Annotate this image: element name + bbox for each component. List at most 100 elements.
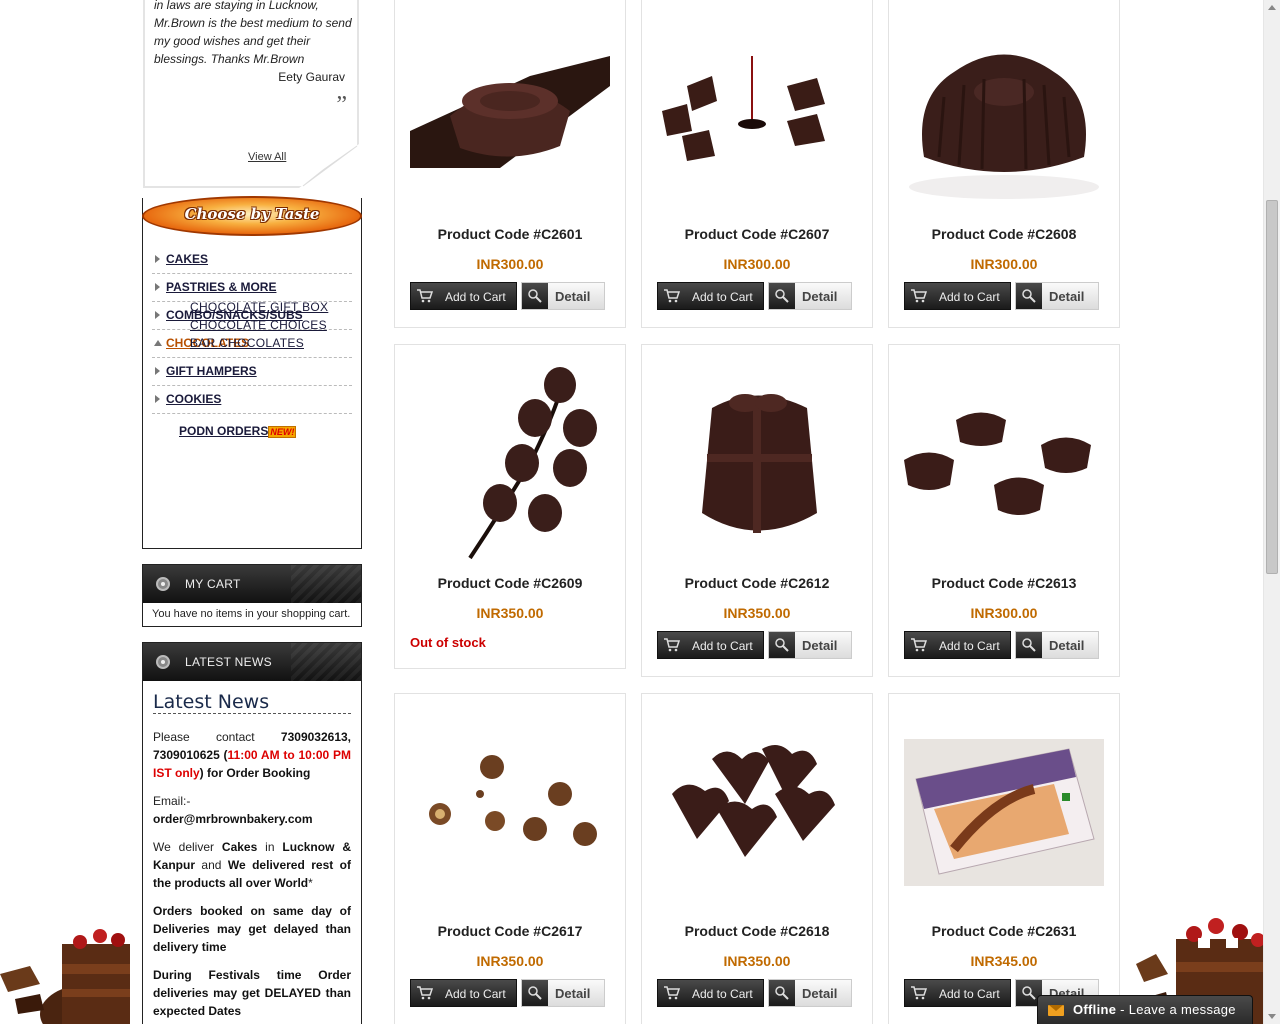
subcategory-link-gift-box[interactable]: CHOCOLATE GIFT BOX: [190, 300, 328, 314]
product-code[interactable]: Product Code #C2609: [395, 575, 625, 591]
chat-status: Offline: [1073, 1002, 1117, 1017]
testimonial-box: in laws are staying in Lucknow, Mr.Brown…: [143, 0, 359, 188]
add-to-cart-label: Add to Cart: [445, 290, 506, 304]
arrow-right-icon: [155, 283, 160, 291]
subcategory-item: BAR CHOCOLATES: [190, 334, 361, 352]
chat-message: - Leave a message: [1116, 1002, 1236, 1017]
product-image[interactable]: [657, 739, 857, 879]
live-chat-widget[interactable]: Offline - Leave a message: [1037, 995, 1253, 1024]
arrow-right-icon: [155, 311, 160, 319]
news-contact-paragraph: Please contact 7309032613, 7309010625 (1…: [153, 728, 351, 782]
subcategory-item: CHOCOLATE CHOICES: [190, 316, 361, 334]
news-text: and: [195, 858, 228, 872]
detail-icon-box: [1016, 632, 1042, 658]
product-image[interactable]: [410, 739, 610, 876]
product-price: INR345.00: [970, 953, 1038, 969]
add-to-cart-button[interactable]: Add to Cart: [657, 979, 764, 1007]
header-stripe-decoration: [291, 565, 361, 603]
category-cakes: CAKES: [152, 246, 352, 274]
vertical-scrollbar[interactable]: [1263, 0, 1280, 1024]
testimonial-author: Eety Gaurav: [278, 70, 345, 84]
arrow-right-icon: [155, 255, 160, 263]
product-image[interactable]: [657, 363, 857, 541]
scrollbar-thumb[interactable]: [1266, 200, 1278, 574]
add-to-cart-button[interactable]: Add to Cart: [410, 282, 517, 310]
product-image[interactable]: [904, 739, 1104, 886]
news-text: *: [308, 876, 313, 890]
product-image[interactable]: [410, 56, 610, 168]
product-code[interactable]: Product Code #C2613: [889, 575, 1119, 591]
add-to-cart-label: Add to Cart: [939, 639, 1000, 653]
category-cookies: COOKIES: [152, 386, 352, 414]
product-code[interactable]: Product Code #C2607: [642, 226, 872, 242]
latest-news-box: LATEST NEWS Latest News Please contact 7…: [142, 642, 362, 1024]
add-to-cart-button[interactable]: Add to Cart: [904, 979, 1011, 1007]
detail-button[interactable]: Detail: [1015, 631, 1099, 659]
product-card: Product Code #C2608 INR300.00 Add to Car…: [888, 0, 1120, 328]
product-card: Product Code #C2631 INR345.00 Add to Car…: [888, 693, 1120, 1024]
product-card: Product Code #C2617 INR350.00 Add to Car…: [394, 693, 626, 1024]
detail-label: Detail: [802, 986, 838, 1001]
podn-orders-item: PODN ORDERS NEW!: [152, 414, 352, 438]
new-badge: NEW!: [268, 425, 297, 438]
add-to-cart-button[interactable]: Add to Cart: [904, 282, 1011, 310]
product-image[interactable]: [904, 37, 1104, 199]
product-image[interactable]: [410, 363, 610, 563]
category-link-gift-hampers[interactable]: GIFT HAMPERS: [166, 364, 257, 378]
podn-orders-link[interactable]: PODN ORDERS: [179, 424, 268, 438]
detail-button[interactable]: Detail: [521, 282, 605, 310]
add-to-cart-button[interactable]: Add to Cart: [904, 631, 1011, 659]
detail-button[interactable]: Detail: [1015, 282, 1099, 310]
bullet-icon: [156, 655, 170, 669]
product-price: INR350.00: [476, 953, 544, 969]
magnifier-icon: [1022, 289, 1036, 303]
cart-icon: [911, 289, 927, 303]
product-code[interactable]: Product Code #C2617: [395, 923, 625, 939]
product-price: INR350.00: [476, 605, 544, 621]
product-card: Product Code #C2609 INR350.00 Out of sto…: [394, 344, 626, 669]
add-to-cart-label: Add to Cart: [939, 987, 1000, 1001]
detail-icon-box: [769, 283, 795, 309]
product-code[interactable]: Product Code #C2612: [642, 575, 872, 591]
subcategory-link-bar[interactable]: BAR CHOCOLATES: [190, 336, 304, 350]
detail-label: Detail: [555, 289, 591, 304]
news-delivery-paragraph: We deliver Cakes in Lucknow & Kanpur and…: [153, 838, 351, 892]
detail-button[interactable]: Detail: [768, 631, 852, 659]
product-code[interactable]: Product Code #C2618: [642, 923, 872, 939]
scroll-up-arrow-icon[interactable]: [1268, 5, 1276, 10]
scroll-down-arrow-icon[interactable]: [1268, 1014, 1276, 1019]
product-image[interactable]: [657, 56, 857, 169]
cart-icon: [664, 638, 680, 652]
product-card: Product Code #C2618 INR350.00 Add to Car…: [641, 693, 873, 1024]
add-to-cart-label: Add to Cart: [692, 290, 753, 304]
product-code[interactable]: Product Code #C2631: [889, 923, 1119, 939]
detail-button[interactable]: Detail: [768, 282, 852, 310]
category-link-cakes[interactable]: CAKES: [166, 252, 208, 266]
choose-by-taste-header: Choose by Taste: [142, 196, 364, 238]
subcategory-link-choices[interactable]: CHOCOLATE CHOICES: [190, 318, 327, 332]
news-text: Please contact: [153, 730, 281, 744]
category-link-cookies[interactable]: COOKIES: [166, 392, 221, 406]
product-card: Product Code #C2607 INR300.00 Add to Car…: [641, 0, 873, 328]
cart-icon: [417, 289, 433, 303]
bullet-icon: [156, 577, 170, 591]
detail-icon-box: [769, 980, 795, 1006]
add-to-cart-label: Add to Cart: [692, 987, 753, 1001]
chocolates-subcategory-list: CHOCOLATE GIFT BOX CHOCOLATE CHOICES BAR…: [161, 298, 361, 352]
cake-decoration-left: [0, 929, 130, 1024]
detail-button[interactable]: Detail: [768, 979, 852, 1007]
view-all-testimonials-link[interactable]: View All: [248, 151, 286, 163]
product-price: INR300.00: [970, 256, 1038, 272]
product-code[interactable]: Product Code #C2601: [395, 226, 625, 242]
product-image[interactable]: [904, 400, 1104, 530]
add-to-cart-button[interactable]: Add to Cart: [657, 282, 764, 310]
category-link-pastries[interactable]: PASTRIES & MORE: [166, 280, 276, 294]
add-to-cart-button[interactable]: Add to Cart: [410, 979, 517, 1007]
news-text: Orders booked on same day of Deliveries …: [153, 904, 351, 954]
cart-icon: [664, 986, 680, 1000]
product-code[interactable]: Product Code #C2608: [889, 226, 1119, 242]
add-to-cart-button[interactable]: Add to Cart: [657, 631, 764, 659]
detail-button[interactable]: Detail: [521, 979, 605, 1007]
category-chocolates: CHOCOLATES CHOCOLATE GIFT BOX CHOCOLATE …: [152, 300, 352, 358]
page-curl-icon: [299, 144, 359, 188]
